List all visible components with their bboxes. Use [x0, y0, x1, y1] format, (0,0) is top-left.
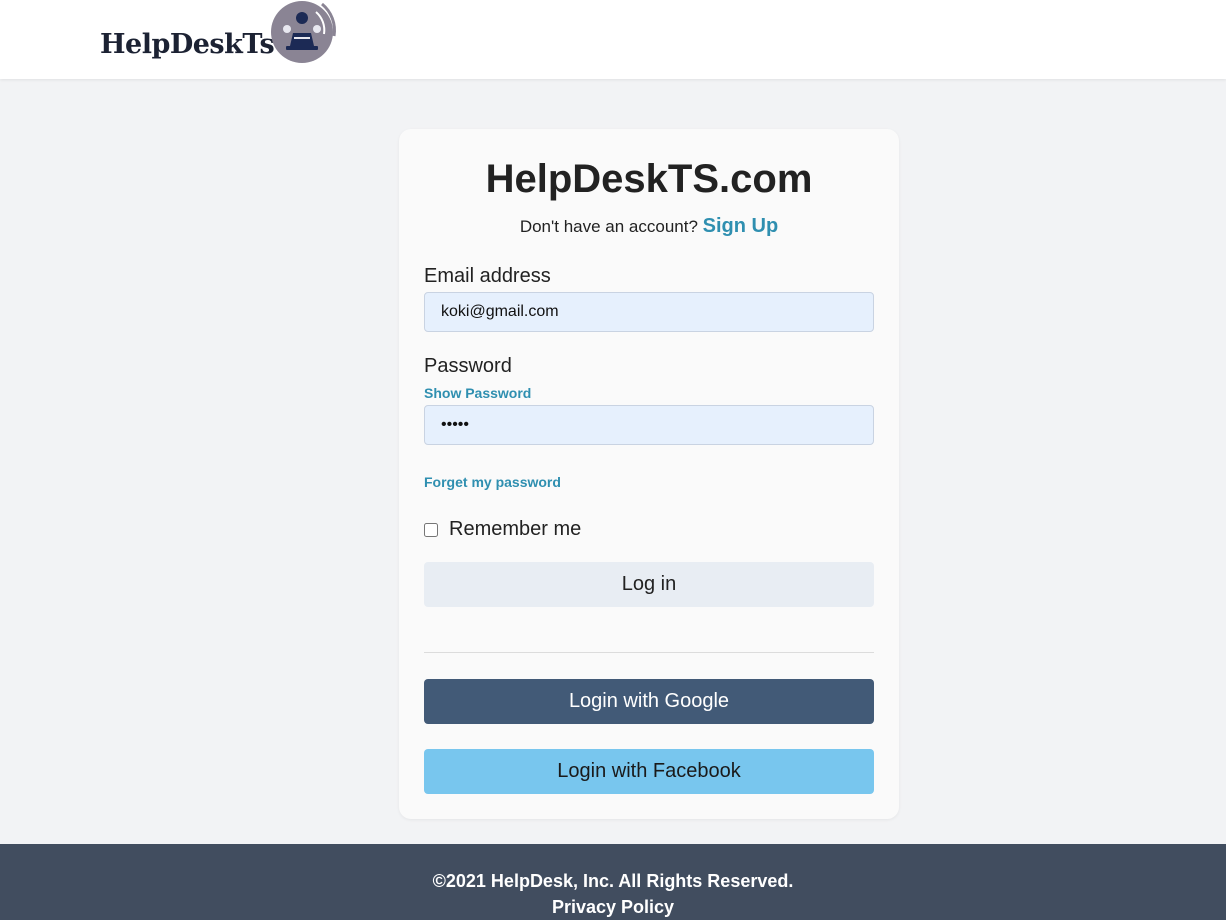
login-card: HelpDeskTS.com Don't have an account? Si…: [399, 129, 899, 819]
copyright-text: ©2021 HelpDesk, Inc. All Rights Reserved…: [432, 871, 794, 891]
helpdesk-agent-icon: [271, 1, 337, 63]
forgot-password-link[interactable]: Forget my password: [424, 474, 561, 490]
login-button[interactable]: Log in: [424, 562, 874, 607]
site-logo[interactable]: HelpDeskTs: [100, 0, 340, 66]
password-label: Password: [424, 355, 512, 377]
email-field[interactable]: [424, 292, 874, 332]
show-password-link[interactable]: Show Password: [424, 385, 531, 401]
signup-prompt-text: Don't have an account?: [519, 217, 698, 236]
footer: ©2021 HelpDesk, Inc. All Rights Reserved…: [0, 844, 1226, 920]
remember-me-label: Remember me: [449, 518, 582, 540]
title-domain: .com: [719, 157, 813, 201]
facebook-login-button[interactable]: Login with Facebook: [424, 749, 874, 794]
top-navbar: HelpDeskTs: [0, 0, 1226, 79]
remember-me[interactable]: Remember me: [424, 518, 581, 541]
page-title: HelpDeskTS.com: [399, 157, 899, 202]
signup-link[interactable]: Sign Up: [703, 215, 779, 237]
google-login-button[interactable]: Login with Google: [424, 679, 874, 724]
email-label: Email address: [424, 265, 551, 287]
signup-prompt: Don't have an account? Sign Up: [399, 215, 899, 238]
privacy-policy-link[interactable]: Privacy Policy: [0, 897, 1226, 918]
divider: [424, 652, 874, 653]
title-brand: HelpDeskTS: [485, 157, 720, 201]
password-field[interactable]: [424, 405, 874, 445]
remember-me-checkbox[interactable]: [424, 522, 438, 537]
logo-text: HelpDeskTs: [100, 28, 275, 60]
